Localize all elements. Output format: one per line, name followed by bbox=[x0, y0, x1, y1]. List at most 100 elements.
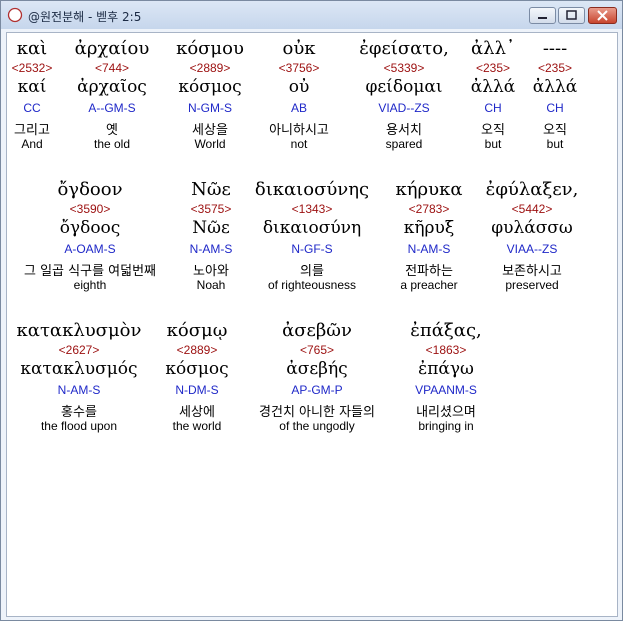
korean-gloss: 홍수를 bbox=[61, 405, 97, 420]
strong-number: <1343> bbox=[291, 202, 333, 216]
compass-icon bbox=[7, 7, 23, 23]
lemma: κόσμος bbox=[165, 359, 229, 379]
strong-number: <3575> bbox=[190, 202, 232, 216]
parsing-code: VIAA--ZS bbox=[506, 242, 558, 256]
strong-number: <235> bbox=[537, 61, 573, 75]
lemma: ἐπάγω bbox=[418, 359, 474, 379]
parsing-code: A--GM-S bbox=[88, 101, 136, 115]
english-gloss: not bbox=[290, 137, 308, 151]
lemma: ἀσεβής bbox=[286, 359, 348, 379]
parsing-code: A-OAM-S bbox=[64, 242, 116, 256]
korean-gloss: 그리고 bbox=[14, 123, 50, 138]
greek-word: ἐπάξας, bbox=[410, 320, 482, 341]
greek-word: ἀλλ᾽ bbox=[471, 38, 515, 59]
parsing-code: AB bbox=[290, 101, 307, 115]
korean-gloss: 보존하시고 bbox=[502, 264, 562, 279]
parsing-code: N-GM-S bbox=[188, 101, 232, 115]
greek-word: καὶ bbox=[16, 38, 48, 59]
english-gloss: the old bbox=[93, 137, 131, 151]
korean-gloss: 내리셨으며 bbox=[416, 405, 476, 420]
strong-number: <2627> bbox=[58, 343, 100, 357]
english-gloss: World bbox=[194, 137, 226, 151]
parsing-code: N-GF-S bbox=[291, 242, 333, 256]
strong-number: <2532> bbox=[11, 61, 53, 75]
greek-word: κατακλυσμὸν bbox=[16, 320, 142, 341]
strong-number: <1863> bbox=[425, 343, 467, 357]
lemma: κόσμος bbox=[178, 77, 242, 97]
lemma: κῆρυξ bbox=[403, 218, 455, 238]
maximize-button[interactable] bbox=[558, 7, 585, 24]
strong-number: <3590> bbox=[69, 202, 111, 216]
greek-word: δικαιοσύνης bbox=[254, 179, 370, 200]
english-gloss: spared bbox=[385, 137, 423, 151]
english-gloss: of righteousness bbox=[267, 278, 357, 292]
korean-gloss: 용서치 bbox=[386, 123, 422, 138]
korean-gloss: 의를 bbox=[300, 264, 324, 279]
minimize-button[interactable] bbox=[529, 7, 556, 24]
greek-word: κόσμῳ bbox=[166, 320, 228, 341]
strong-number: <235> bbox=[475, 61, 511, 75]
korean-gloss: 오직 bbox=[543, 123, 567, 138]
parsing-code: VPAANM-S bbox=[415, 383, 477, 397]
close-icon bbox=[597, 10, 608, 21]
parsing-code: AP-GM-P bbox=[291, 383, 343, 397]
close-button[interactable] bbox=[588, 7, 617, 24]
strong-number: <5339> bbox=[383, 61, 425, 75]
english-gloss: eighth bbox=[73, 278, 107, 292]
korean-gloss: 노아와 bbox=[193, 264, 229, 279]
parsing-code: N-AM-S bbox=[407, 242, 451, 256]
greek-word: οὐκ bbox=[282, 38, 316, 59]
greek-word: ---- bbox=[542, 38, 568, 59]
greek-word: ἐφύλαξεν, bbox=[485, 179, 579, 200]
lemma: δικαιοσύνη bbox=[262, 218, 362, 238]
korean-gloss: 전파하는 bbox=[405, 264, 453, 279]
strong-number: <5442> bbox=[511, 202, 553, 216]
app-window: @원전분해 - 벧후 2:5 καὶ <2532> καί CC 그리고 And… bbox=[0, 0, 623, 621]
parsing-code: CH bbox=[546, 101, 564, 115]
lemma: ὄγδοος bbox=[59, 218, 121, 238]
lemma: ἀλλά bbox=[470, 77, 516, 97]
lemma: κατακλυσμός bbox=[20, 359, 138, 379]
strong-number: <3756> bbox=[278, 61, 320, 75]
minimize-icon bbox=[538, 17, 547, 19]
greek-word: κήρυκα bbox=[395, 179, 463, 200]
greek-word: ὄγδοον bbox=[57, 179, 123, 200]
maximize-icon bbox=[566, 10, 577, 20]
window-title: @원전분해 - 벧후 2:5 bbox=[28, 10, 142, 24]
korean-gloss: 옛 bbox=[106, 123, 118, 138]
english-gloss: the flood upon bbox=[40, 419, 118, 433]
lemma: φείδομαι bbox=[365, 77, 443, 97]
parsing-code: VIAD--ZS bbox=[378, 101, 430, 115]
parsing-panel[interactable]: καὶ <2532> καί CC 그리고 And ἀρχαίου <744> … bbox=[6, 32, 618, 617]
korean-gloss: 오직 bbox=[481, 123, 505, 138]
korean-gloss: 그 일곱 식구를 여덟번째 bbox=[24, 264, 156, 279]
strong-number: <765> bbox=[299, 343, 335, 357]
parsing-code: CH bbox=[484, 101, 502, 115]
parsing-code: CC bbox=[23, 101, 41, 115]
english-gloss: Noah bbox=[196, 278, 226, 292]
lemma: ἀρχαῖος bbox=[77, 77, 147, 97]
greek-word: κόσμου bbox=[176, 38, 244, 59]
greek-word: ἀσεβῶν bbox=[282, 320, 352, 341]
english-gloss: a preacher bbox=[400, 278, 458, 292]
lemma: ἀλλά bbox=[532, 77, 578, 97]
english-gloss: And bbox=[21, 137, 43, 151]
korean-gloss: 경건치 아니한 자들의 bbox=[259, 405, 375, 420]
title-bar[interactable]: @원전분해 - 벧후 2:5 bbox=[1, 1, 622, 29]
lemma: καί bbox=[17, 77, 47, 97]
english-gloss: preserved bbox=[505, 278, 559, 292]
english-gloss: the world bbox=[172, 419, 222, 433]
strong-number: <2783> bbox=[408, 202, 450, 216]
parsing-code: N-AM-S bbox=[57, 383, 101, 397]
strong-number: <2889> bbox=[189, 61, 231, 75]
english-gloss: but bbox=[484, 137, 502, 151]
lemma: οὐ bbox=[288, 77, 310, 97]
strong-number: <2889> bbox=[176, 343, 218, 357]
greek-word: ἐφείσατο, bbox=[359, 38, 449, 59]
strong-number: <744> bbox=[94, 61, 130, 75]
korean-gloss: 세상을 bbox=[192, 123, 228, 138]
english-gloss: of the ungodly bbox=[279, 419, 355, 433]
greek-word: ἀρχαίου bbox=[74, 38, 150, 59]
greek-word: Νῶε bbox=[191, 179, 231, 200]
lemma: Νῶε bbox=[192, 218, 230, 238]
